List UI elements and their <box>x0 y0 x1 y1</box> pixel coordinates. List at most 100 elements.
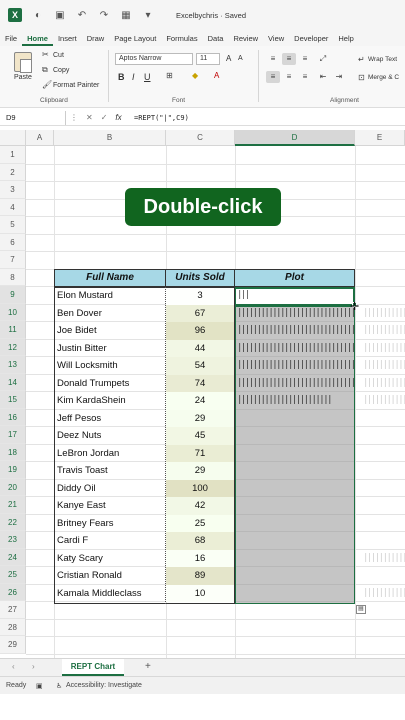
cell-units-sold[interactable]: 89 <box>166 567 234 585</box>
select-all-corner[interactable] <box>0 130 26 146</box>
cell-full-name[interactable]: Donald Trumpets <box>54 375 165 393</box>
cell-full-name[interactable]: Deez Nuts <box>54 427 165 445</box>
accessibility-icon[interactable]: ♿ <box>56 682 62 690</box>
cell-full-name[interactable]: Kamala Middleclass <box>54 585 165 603</box>
cell-full-name[interactable]: LeBron Jordan <box>54 445 165 463</box>
formula-input[interactable]: =REPT("|",C9) <box>132 114 189 122</box>
tab-view[interactable]: View <box>263 34 289 46</box>
borders-icon[interactable]: ⊞ <box>166 71 173 80</box>
row-header[interactable]: 25 <box>0 566 26 584</box>
row-header[interactable]: 5 <box>0 216 26 234</box>
cell-full-name[interactable]: Joe Bidet <box>54 322 165 340</box>
cell-plot-bars[interactable]: |||||||||||||||||||||||||||||||||||||||| <box>235 340 354 358</box>
save-icon[interactable]: ▣ <box>54 9 66 21</box>
row-header[interactable]: 6 <box>0 233 26 251</box>
tab-insert[interactable]: Insert <box>53 34 82 46</box>
paste-button[interactable]: Paste <box>14 74 32 81</box>
header-units-sold[interactable]: Units Sold <box>165 269 235 287</box>
sheet-tab-rept-chart[interactable]: REPT Chart <box>62 659 124 676</box>
cell-full-name[interactable]: Elon Mustard <box>54 287 165 305</box>
align-bottom-icon[interactable]: ≡ <box>298 53 312 65</box>
row-header[interactable]: 26 <box>0 583 26 601</box>
cell-units-sold[interactable]: 29 <box>166 409 234 427</box>
undo-icon[interactable]: ↶ <box>76 9 88 21</box>
row-header[interactable]: 9 <box>0 286 26 304</box>
prev-sheet-icon[interactable]: ‹ <box>12 662 15 671</box>
format-painter-button[interactable]: Format Painter <box>53 82 99 89</box>
cell-units-sold[interactable]: 68 <box>166 532 234 550</box>
row-header[interactable]: 28 <box>0 618 26 636</box>
row-header[interactable]: 23 <box>0 531 26 549</box>
wrap-text-button[interactable]: Wrap Text <box>368 56 397 63</box>
row-header[interactable]: 21 <box>0 496 26 514</box>
row-header[interactable]: 24 <box>0 548 26 566</box>
cell-full-name[interactable]: Kim KardaShein <box>54 392 165 410</box>
row-header[interactable]: 15 <box>0 391 26 409</box>
next-sheet-icon[interactable]: › <box>32 662 35 671</box>
row-header[interactable]: 16 <box>0 408 26 426</box>
row-header[interactable]: 17 <box>0 426 26 444</box>
header-full-name[interactable]: Full Name <box>54 269 166 287</box>
row-header[interactable]: 8 <box>0 268 26 286</box>
row-header[interactable]: 18 <box>0 443 26 461</box>
more-options-icon[interactable]: ⋮ <box>70 113 78 122</box>
cell-units-sold[interactable]: 74 <box>166 374 234 392</box>
cell-units-sold[interactable]: 44 <box>166 339 234 357</box>
quick-analysis-icon[interactable]: ▤ <box>356 605 366 614</box>
cell-units-sold[interactable]: 96 <box>166 322 234 340</box>
tab-draw[interactable]: Draw <box>82 34 110 46</box>
redo-icon[interactable]: ↷ <box>98 9 110 21</box>
row-header[interactable]: 29 <box>0 636 26 654</box>
decrease-indent-icon[interactable]: ⇤ <box>316 71 330 83</box>
cell-units-sold[interactable]: 67 <box>166 304 234 322</box>
tab-data[interactable]: Data <box>203 34 229 46</box>
row-header[interactable]: 2 <box>0 163 26 181</box>
font-color-icon[interactable]: A <box>214 71 219 80</box>
autosave-toggle-icon[interactable]: ◐ <box>32 9 44 21</box>
name-box[interactable]: D9 <box>0 110 66 125</box>
fill-color-icon[interactable]: ◆ <box>192 71 198 80</box>
cell-units-sold[interactable]: 71 <box>166 444 234 462</box>
tab-developer[interactable]: Developer <box>289 34 333 46</box>
align-middle-icon[interactable]: ≡ <box>282 53 296 65</box>
cell-full-name[interactable]: Diddy Oil <box>54 480 165 498</box>
add-sheet-icon[interactable]: + <box>145 661 151 672</box>
cell-units-sold[interactable]: 16 <box>166 549 234 567</box>
font-size-select[interactable]: 11 <box>196 53 220 65</box>
cell-plot-bars[interactable]: |||||||||||||||||||||||||||||||||||||||| <box>235 375 354 393</box>
enter-icon[interactable]: ✓ <box>101 113 108 122</box>
italic-button[interactable]: I <box>132 72 135 82</box>
customize-toolbar-icon[interactable]: ▾ <box>142 9 154 21</box>
cut-button[interactable]: Cut <box>53 52 64 59</box>
shrink-font-button[interactable]: A <box>238 55 243 62</box>
align-center-icon[interactable]: ≡ <box>282 71 296 83</box>
row-header[interactable]: 14 <box>0 373 26 391</box>
row-header[interactable]: 22 <box>0 513 26 531</box>
row-header[interactable]: 7 <box>0 251 26 269</box>
column-header-d[interactable]: D <box>235 130 355 146</box>
tab-file[interactable]: File <box>0 34 22 46</box>
row-header[interactable]: 1 <box>0 146 26 164</box>
wrap-text-icon[interactable]: ↵ <box>358 55 365 64</box>
row-header[interactable]: 10 <box>0 303 26 321</box>
insert-function-button[interactable]: fx <box>115 113 121 122</box>
cell-units-sold[interactable]: 10 <box>166 584 234 602</box>
format-painter-icon[interactable]: 🖌 <box>42 80 52 89</box>
orientation-icon[interactable]: ⤢ <box>316 53 330 65</box>
cell-units-sold[interactable]: 25 <box>166 514 234 532</box>
bold-button[interactable]: B <box>118 72 125 82</box>
cell-full-name[interactable]: Kanye East <box>54 497 165 515</box>
tab-formulas[interactable]: Formulas <box>161 34 202 46</box>
tab-home[interactable]: Home <box>22 34 53 46</box>
cell-full-name[interactable]: Will Locksmith <box>54 357 165 375</box>
font-name-select[interactable]: Aptos Narrow <box>115 53 193 65</box>
tab-page-layout[interactable]: Page Layout <box>109 34 161 46</box>
align-top-icon[interactable]: ≡ <box>266 53 280 65</box>
row-header[interactable]: 27 <box>0 601 26 619</box>
column-header-a[interactable]: A <box>26 130 54 146</box>
column-header-b[interactable]: B <box>54 130 166 146</box>
cell-units-sold[interactable]: 24 <box>166 392 234 410</box>
copy-button[interactable]: Copy <box>53 67 69 74</box>
increase-indent-icon[interactable]: ⇥ <box>332 71 346 83</box>
cell-full-name[interactable]: Jeff Pesos <box>54 410 165 428</box>
